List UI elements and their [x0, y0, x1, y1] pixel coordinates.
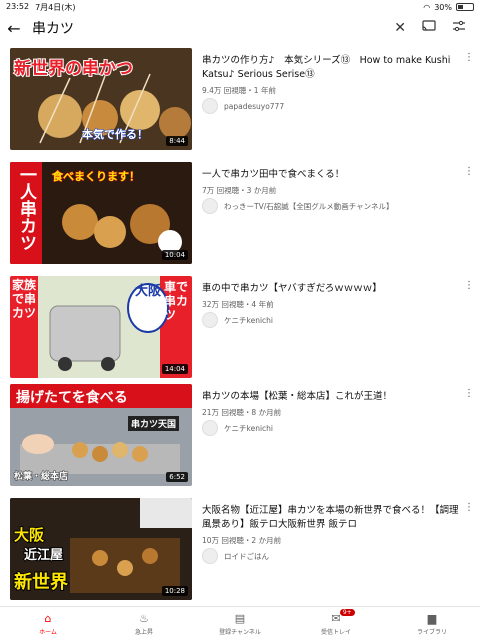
thumbnail-caption: 新世界	[13, 571, 69, 594]
thumbnail-caption: 大阪	[13, 525, 45, 545]
video-thumbnail[interactable]: 大阪 近江屋 新世界 10:28	[10, 498, 192, 600]
cast-icon[interactable]	[422, 20, 436, 36]
tab-label: ホーム	[39, 628, 57, 636]
tab-library[interactable]: ▆ ライブラリ	[384, 607, 480, 640]
channel-name[interactable]: わっきーTV/石舘誠【全国グルメ動画チャンネル】	[224, 201, 394, 212]
thumbnail-caption: 新世界の串かつ	[13, 58, 134, 80]
more-options-icon[interactable]: ⋮	[464, 388, 474, 399]
wifi-icon: ◠	[423, 2, 431, 12]
video-meta: 21万 回視聴・8 か月前	[202, 408, 282, 417]
search-query[interactable]: 串カツ	[32, 18, 74, 38]
video-channel[interactable]: papadesuyo777	[202, 98, 284, 114]
avatar[interactable]	[202, 312, 218, 328]
video-title[interactable]: 車の中で串カツ【ヤバすぎだろｗｗｗｗ】	[202, 282, 460, 296]
status-bar: 23:52 7月4日(木) ◠ 30%	[0, 0, 480, 14]
video-title[interactable]: 一人で串カツ田中で食べまくる！	[202, 168, 460, 182]
tab-inbox[interactable]: ✉ 9+ 受信トレイ	[288, 607, 384, 640]
thumbnail-caption: 本気で作る！	[82, 128, 149, 142]
video-duration: 6:52	[166, 472, 188, 482]
notification-badge: 9+	[339, 609, 355, 616]
video-thumbnail[interactable]: 揚げたてを食べる 串カツ天国 松葉・総本店 6:52	[10, 384, 192, 486]
video-item[interactable]: 揚げたてを食べる 串カツ天国 松葉・総本店 6:52 串カツの本場【松葉・総本店…	[0, 384, 480, 488]
video-duration: 14:04	[161, 364, 188, 374]
video-duration: 10:28	[161, 586, 188, 596]
bottom-tab-bar: ⌂ ホーム ♨ 急上昇 ▤ 登録チャンネル ✉ 9+ 受信トレイ ▆ ライブラリ	[0, 606, 480, 640]
video-title[interactable]: 串カツの本場【松葉・総本店】これが王道！	[202, 390, 460, 404]
video-channel[interactable]: ケニチkenichi	[202, 312, 273, 328]
video-duration: 10:04	[161, 250, 188, 260]
tab-label: 急上昇	[134, 628, 153, 636]
channel-name[interactable]: ケニチkenichi	[224, 315, 273, 326]
video-channel[interactable]: わっきーTV/石舘誠【全国グルメ動画チャンネル】	[202, 198, 394, 214]
avatar[interactable]	[202, 98, 218, 114]
folder-icon: ▆	[427, 611, 437, 625]
video-title[interactable]: 串カツの作り方♪ 本気シリーズ⑬ How to make Kushi Katsu…	[202, 54, 460, 82]
thumbnail-caption: 松葉・総本店	[13, 472, 69, 483]
avatar[interactable]	[202, 198, 218, 214]
video-thumbnail[interactable]: 新世界の串かつ 本気で作る！ 8:44	[10, 48, 192, 150]
home-icon: ⌂	[44, 611, 52, 625]
thumbnail-caption: 揚げたてを食べる	[16, 390, 128, 406]
tab-subscriptions[interactable]: ▤ 登録チャンネル	[192, 607, 288, 640]
video-channel[interactable]: ケニチkenichi	[202, 420, 273, 436]
video-thumbnail[interactable]: 家族で串カツ 大阪 車で串カツ 14:04	[10, 276, 192, 378]
tab-label: 受信トレイ	[320, 628, 351, 636]
status-battery-label: 30%	[434, 2, 452, 12]
channel-name[interactable]: papadesuyo777	[224, 102, 284, 111]
video-duration: 8:44	[166, 136, 188, 146]
avatar[interactable]	[202, 548, 218, 564]
video-item[interactable]: 大阪 近江屋 新世界 10:28 大阪名物【近江屋】串カツを本場の新世界で食べる…	[0, 498, 480, 602]
status-date: 7月4日(木)	[35, 2, 76, 12]
avatar[interactable]	[202, 420, 218, 436]
subscriptions-icon: ▤	[234, 611, 246, 625]
video-item[interactable]: 一人串カツ 食べまくります！ 10:04 一人で串カツ田中で食べまくる！ 7万 …	[0, 162, 480, 266]
filter-icon[interactable]	[452, 20, 466, 36]
video-title[interactable]: 大阪名物【近江屋】串カツを本場の新世界で食べる！【調理風景あり】飯テロ大阪新世界…	[202, 504, 460, 532]
back-arrow-icon[interactable]: ←	[0, 19, 28, 38]
video-item[interactable]: 新世界の串かつ 本気で作る！ 8:44 串カツの作り方♪ 本気シリーズ⑬ How…	[0, 48, 480, 152]
video-meta: 7万 回視聴・3 か月前	[202, 186, 277, 195]
channel-name[interactable]: ロイドごはん	[224, 551, 269, 562]
tab-label: ライブラリ	[416, 628, 447, 636]
thumbnail-caption: 家族で串カツ	[12, 278, 37, 320]
thumbnail-caption: 近江屋	[23, 547, 64, 564]
thumbnail-caption: 食べまくります！	[52, 170, 141, 184]
video-meta: 32万 回視聴・4 年前	[202, 300, 274, 309]
more-options-icon[interactable]: ⋮	[464, 280, 474, 291]
thumbnail-caption: 大阪	[134, 284, 161, 299]
tab-home[interactable]: ⌂ ホーム	[0, 607, 96, 640]
thumbnail-caption: 一人串カツ	[16, 166, 36, 251]
clear-search-icon[interactable]: ✕	[394, 20, 406, 36]
video-meta: 10万 回視聴・2 か月前	[202, 536, 282, 545]
video-item[interactable]: 家族で串カツ 大阪 車で串カツ 14:04 車の中で串カツ【ヤバすぎだろｗｗｗｗ…	[0, 276, 480, 380]
more-options-icon[interactable]: ⋮	[464, 166, 474, 177]
tab-label: 登録チャンネル	[219, 628, 261, 636]
video-meta: 9.4万 回視聴・1 年前	[202, 86, 276, 95]
more-options-icon[interactable]: ⋮	[464, 502, 474, 513]
status-time: 23:52	[6, 1, 30, 11]
thumbnail-caption: 串カツ天国	[128, 416, 180, 431]
flame-icon: ♨	[139, 611, 149, 625]
battery-icon	[456, 3, 474, 11]
search-bar: ← 串カツ ✕	[0, 14, 480, 42]
video-thumbnail[interactable]: 一人串カツ 食べまくります！ 10:04	[10, 162, 192, 264]
thumbnail-caption: 車で串カツ	[164, 280, 189, 322]
video-channel[interactable]: ロイドごはん	[202, 548, 269, 564]
more-options-icon[interactable]: ⋮	[464, 52, 474, 63]
channel-name[interactable]: ケニチkenichi	[224, 423, 273, 434]
tab-trending[interactable]: ♨ 急上昇	[96, 607, 192, 640]
